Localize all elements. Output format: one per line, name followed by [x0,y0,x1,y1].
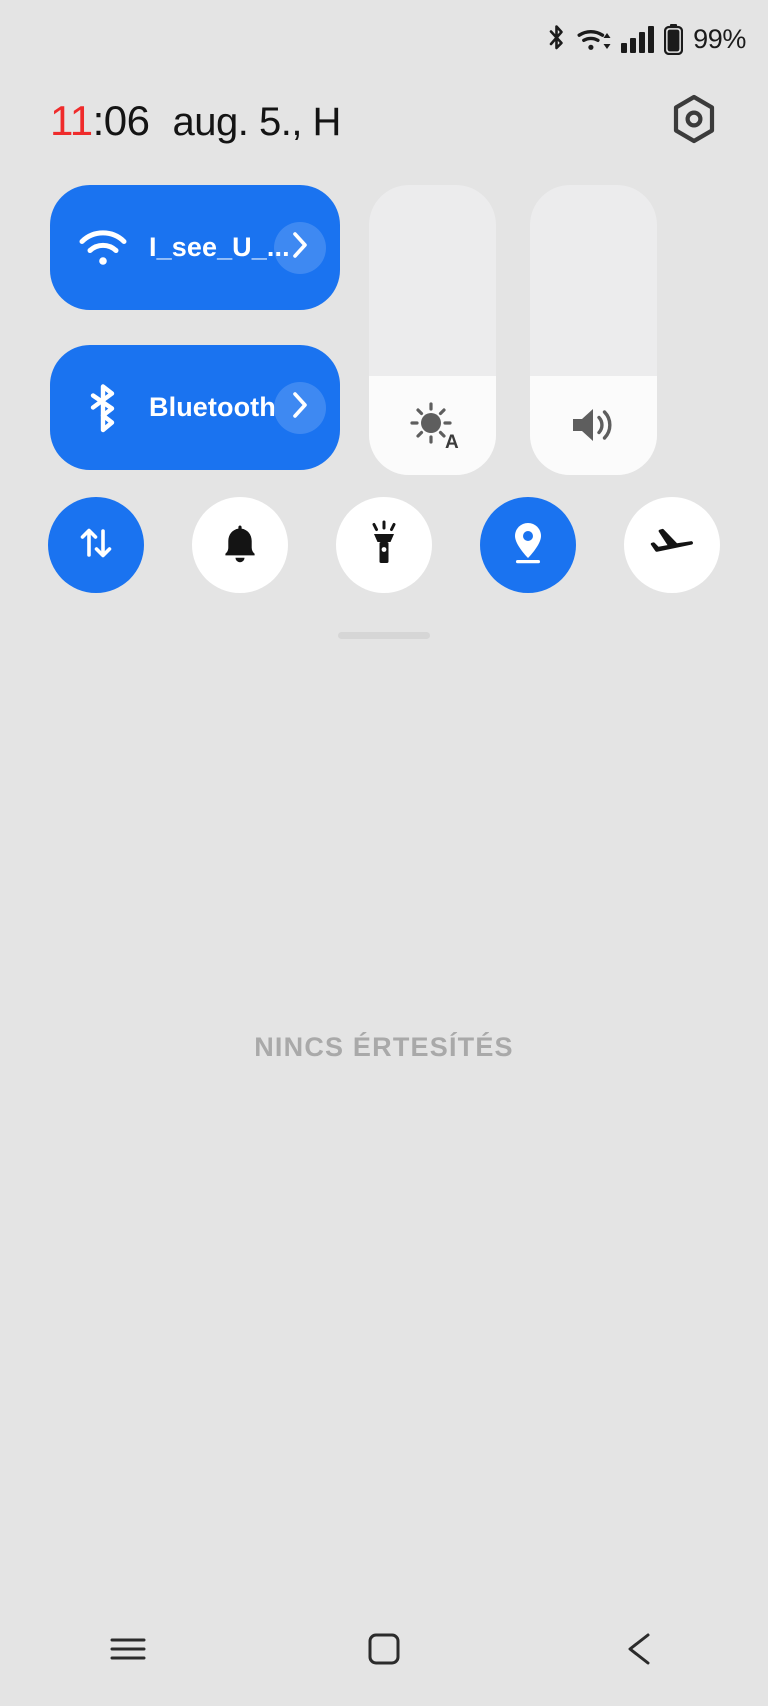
sound-toggle[interactable] [192,497,288,593]
wifi-tile-expand-button[interactable] [274,221,326,274]
cellular-signal-icon [621,25,655,53]
recents-button[interactable] [0,1596,256,1706]
data-transfer-icon [74,521,118,570]
bluetooth-icon [76,383,130,433]
chevron-right-icon [291,231,309,264]
bluetooth-icon [546,24,567,54]
brightness-slider[interactable]: A [369,185,496,475]
bell-icon [219,521,261,570]
wifi-tile[interactable]: I_see_U_... [50,185,340,310]
flashlight-toggle[interactable] [336,497,432,593]
panel-drag-handle[interactable] [338,632,430,639]
bluetooth-tile-expand-button[interactable] [274,381,326,434]
svg-text:A: A [445,432,459,451]
clock-hour: 11 [50,97,93,144]
wifi-tile-label: I_see_U_... [149,232,290,262]
navigation-bar [0,1596,768,1706]
location-pin-icon [508,520,548,571]
mobile-data-toggle[interactable] [48,497,144,593]
battery-percent-label: 99% [693,23,746,54]
status-bar-icons: 99% [546,23,746,55]
clock-display[interactable]: 11 :06 aug. 5., H [50,97,341,145]
volume-slider[interactable] [530,185,657,475]
home-button[interactable] [256,1596,512,1706]
location-toggle[interactable] [480,497,576,593]
menu-icon [109,1634,147,1669]
volume-icon [530,375,657,475]
triangle-left-icon [623,1631,657,1672]
square-icon [367,1632,401,1671]
brightness-auto-icon: A [369,375,496,475]
clock-minute: :06 [92,97,150,144]
no-notifications-label: NINCS ÉRTESÍTÉS [254,1032,514,1062]
clock-row: 11 :06 aug. 5., H [0,86,768,156]
back-button[interactable] [512,1596,768,1706]
settings-gear-icon [668,93,720,150]
wifi-icon [576,24,612,54]
battery-icon [664,23,684,55]
bluetooth-tile-label: Bluetooth [149,392,276,422]
flashlight-icon [363,520,405,571]
wifi-icon [76,228,130,268]
airplane-mode-toggle[interactable] [624,497,720,593]
clock-date: aug. 5., H [172,100,342,144]
quick-settings-panel: I_see_U_... Bluetooth A [0,185,768,475]
settings-button[interactable] [666,93,722,149]
airplane-icon [649,521,695,570]
bluetooth-tile[interactable]: Bluetooth [50,345,340,470]
toggle-row [48,497,720,593]
big-tiles-column: I_see_U_... Bluetooth [50,185,340,470]
status-bar: 99% [0,0,768,78]
chevron-right-icon [291,391,309,424]
